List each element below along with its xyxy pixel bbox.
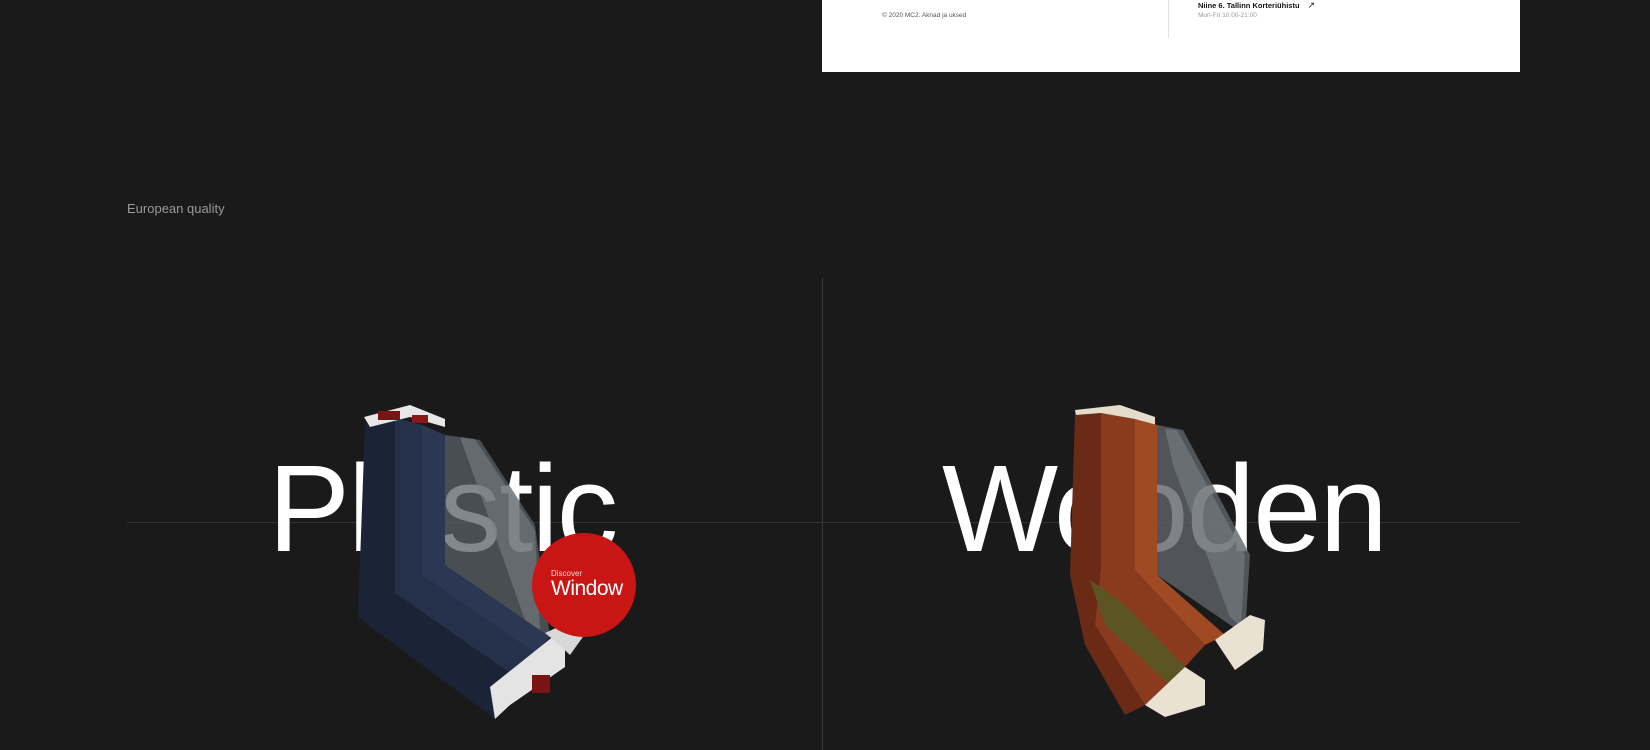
footer-divider [1168,0,1169,38]
discover-window-button[interactable]: Discover Window [532,533,636,637]
wooden-window-profile-image [1070,405,1265,717]
section-tagline: European quality [127,201,225,216]
footer-card: © 2020 MC2. Aknad ja uksed Niine 6. Tall… [822,0,1520,72]
footer-address-link[interactable]: Niine 6. Tallinn Korteriühistu ↗ [1198,0,1315,11]
column-divider [822,278,823,750]
window-label: Window [551,577,623,600]
footer-copyright: © 2020 MC2. Aknad ja uksed [882,12,967,19]
arrow-up-right-icon: ↗ [1307,0,1316,10]
footer-address-text: Niine 6. Tallinn Korteriühistu [1198,1,1300,10]
footer-hours: Mon-Fri 10:00-21:00 [1198,12,1257,19]
